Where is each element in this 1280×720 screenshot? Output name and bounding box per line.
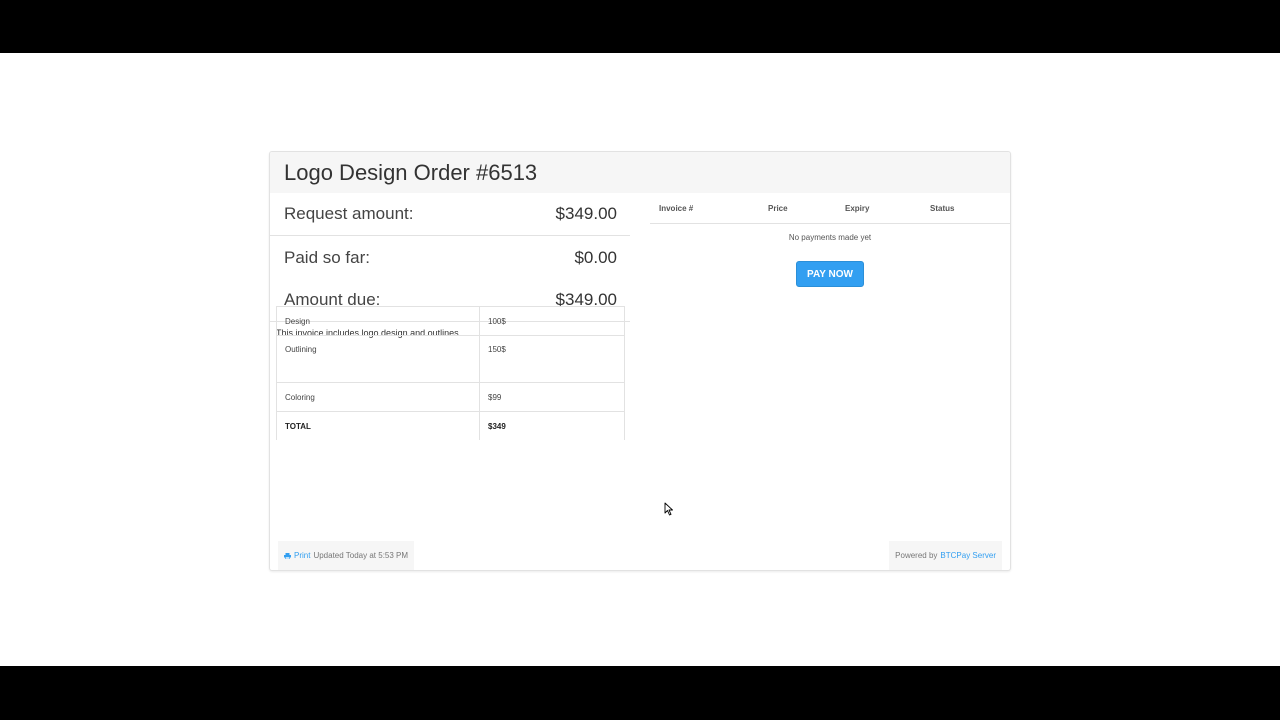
total-label: TOTAL (276, 411, 480, 440)
footer-right: Powered by BTCPay Server (889, 541, 1002, 570)
item-price: 100$ (479, 306, 625, 336)
request-amount-label: Request amount: (284, 204, 414, 223)
table-row: Outlining 150$ (276, 335, 625, 383)
item-price: $99 (479, 382, 625, 412)
mouse-cursor-icon (664, 502, 673, 516)
item-name: Outlining (276, 335, 480, 383)
footer-left: Print Updated Today at 5:53 PM (278, 541, 415, 570)
paid-so-far-label: Paid so far: (284, 247, 370, 267)
card-footer: Print Updated Today at 5:53 PM Powered b… (270, 541, 1010, 570)
payments-table-header: Invoice # Price Expiry Status (650, 193, 1010, 224)
powered-by-label: Powered by (895, 551, 938, 560)
request-amount-row: Request amount: $349.00 (270, 193, 630, 236)
table-row: Design 100$ (276, 306, 625, 336)
page-viewport: Logo Design Order #6513 Request amount: … (0, 53, 1280, 666)
no-payments-message: No payments made yet (788, 233, 872, 242)
updated-timestamp: Updated Today at 5:53 PM (313, 551, 409, 560)
print-link[interactable]: Print (294, 551, 310, 560)
item-name: Coloring (276, 382, 480, 412)
column-expiry: Expiry (845, 203, 870, 213)
btcpay-server-link[interactable]: BTCPay Server (940, 551, 996, 560)
total-row: TOTAL $349 (276, 411, 625, 440)
pay-now-button[interactable]: PAY NOW (796, 261, 864, 287)
payment-request-card: Logo Design Order #6513 Request amount: … (269, 151, 1011, 571)
payments-panel: Invoice # Price Expiry Status No payment… (650, 193, 1010, 287)
paid-so-far-value: $0.00 (574, 247, 617, 267)
line-items-table: Design 100$ Outlining 150$ Coloring $99 … (276, 306, 625, 440)
column-status: Status (930, 203, 955, 213)
printer-icon (284, 552, 291, 559)
total-value: $349 (479, 411, 625, 440)
request-amount-value: $349.00 (555, 204, 617, 223)
paid-so-far-row: Paid so far: $0.00 (270, 236, 630, 279)
item-price: 150$ (479, 335, 625, 383)
column-price: Price (768, 203, 788, 213)
column-invoice: Invoice # (659, 203, 694, 213)
page-title: Logo Design Order #6513 (284, 159, 538, 185)
item-name: Design (276, 306, 480, 336)
table-row: Coloring $99 (276, 382, 625, 412)
card-header: Logo Design Order #6513 (270, 152, 1010, 193)
